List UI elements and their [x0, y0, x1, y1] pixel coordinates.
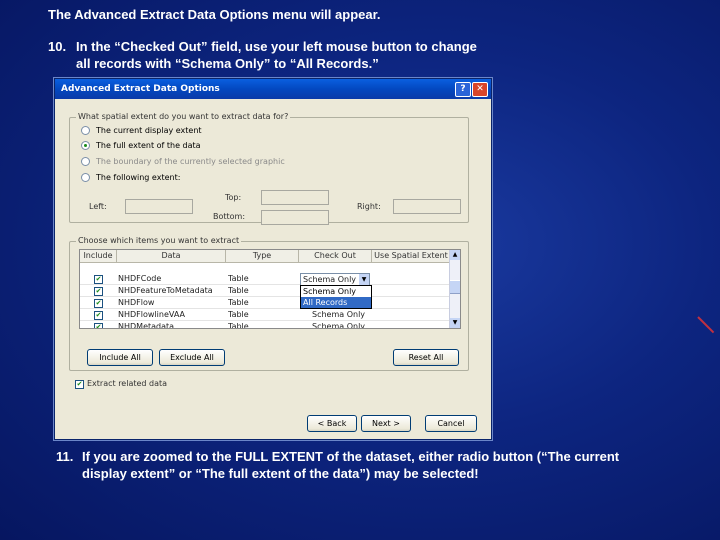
- top-label: Top:: [225, 193, 242, 202]
- type-cell: Table: [228, 322, 249, 329]
- data-cell: NHDFCode: [118, 274, 162, 283]
- items-group-label: Choose which items you want to extract: [76, 236, 242, 245]
- dialog-titlebar: Advanced Extract Data Options ? ✕: [55, 79, 491, 99]
- checkout-cell[interactable]: Schema Only: [312, 309, 365, 320]
- combo-value: Schema Only: [303, 275, 357, 284]
- data-cell: NHDFlow: [118, 298, 155, 307]
- dropdown-option-schema-only[interactable]: Schema Only: [301, 286, 371, 297]
- col-header-type[interactable]: Type: [226, 250, 299, 263]
- dialog-title: Advanced Extract Data Options: [61, 84, 220, 94]
- top-field[interactable]: [261, 190, 329, 205]
- table-row[interactable]: ✔ NHDFeatureToMetadata Table: [80, 285, 450, 297]
- col-header-checkout[interactable]: Check Out: [299, 250, 372, 263]
- items-table: Include Data Type Check Out Use Spatial …: [79, 249, 461, 329]
- extent-group-label: What spatial extent do you want to extra…: [76, 112, 291, 121]
- radio-button[interactable]: [81, 125, 90, 135]
- decorative-line: [697, 316, 715, 334]
- bottom-label: Bottom:: [213, 212, 246, 221]
- cancel-button[interactable]: Cancel: [425, 415, 477, 432]
- radio-following-extent[interactable]: The following extent:: [81, 172, 180, 182]
- scroll-thumb[interactable]: [450, 280, 460, 294]
- include-all-button[interactable]: Include All: [87, 349, 153, 366]
- col-header-data[interactable]: Data: [117, 250, 226, 263]
- dropdown-option-all-records[interactable]: All Records: [301, 297, 371, 308]
- checkout-dropdown-list: Schema Only All Records: [300, 285, 372, 309]
- data-cell: NHDFlowlineVAA: [118, 310, 185, 319]
- step-10-number: 10.: [48, 39, 67, 54]
- right-field[interactable]: [393, 199, 461, 214]
- bottom-field[interactable]: [261, 210, 329, 225]
- radio-button: [81, 156, 90, 166]
- next-button[interactable]: Next >: [361, 415, 411, 432]
- include-checkbox[interactable]: ✔: [94, 287, 103, 296]
- step-10: 10. In the “Checked Out” field, use your…: [48, 38, 478, 72]
- slide-line1: The Advanced Extract Data Options menu w…: [48, 7, 381, 22]
- exclude-all-button[interactable]: Exclude All: [159, 349, 225, 366]
- extract-related-label[interactable]: Extract related data: [87, 379, 167, 388]
- col-header-spatial-extent[interactable]: Use Spatial Extent: [372, 250, 451, 263]
- col-header-include[interactable]: Include: [80, 250, 117, 263]
- checkout-cell[interactable]: Schema Only: [312, 321, 365, 328]
- table-row[interactable]: ✔ NHDMetadata Table Schema Only: [80, 321, 450, 329]
- table-row[interactable]: ✔ NHDFCode Table Schema Only ▼ Schema On…: [80, 273, 450, 309]
- radio-button[interactable]: [81, 172, 90, 182]
- data-cell: NHDFeatureToMetadata: [118, 286, 213, 295]
- radio-label: The current display extent: [96, 125, 202, 135]
- radio-current-display-extent[interactable]: The current display extent: [81, 125, 202, 135]
- table-scrollbar[interactable]: ▲ ▼: [449, 250, 460, 328]
- type-cell: Table: [228, 286, 249, 295]
- radio-label: The following extent:: [96, 172, 181, 182]
- left-label: Left:: [89, 202, 107, 211]
- include-checkbox[interactable]: ✔: [94, 275, 103, 284]
- left-field[interactable]: [125, 199, 193, 214]
- radio-label: The boundary of the currently selected g…: [96, 156, 285, 166]
- close-button[interactable]: ✕: [472, 82, 488, 97]
- step-11-text: If you are zoomed to the FULL EXTENT of …: [82, 449, 620, 481]
- include-checkbox[interactable]: ✔: [94, 323, 103, 328]
- type-cell: Table: [228, 274, 249, 283]
- include-checkbox[interactable]: ✔: [94, 299, 103, 308]
- data-cell: NHDMetadata: [118, 322, 175, 329]
- radio-label: The full extent of the data: [96, 140, 201, 150]
- radio-selected-graphic: The boundary of the currently selected g…: [81, 156, 285, 166]
- type-cell: Table: [228, 310, 249, 319]
- extract-related-checkbox[interactable]: ✔: [75, 380, 84, 389]
- right-label: Right:: [357, 202, 381, 211]
- step-11-number: 11.: [56, 449, 74, 464]
- step-11: 11. If you are zoomed to the FULL EXTENT…: [56, 448, 656, 482]
- radio-button-selected[interactable]: [81, 140, 90, 150]
- help-button[interactable]: ?: [455, 82, 471, 97]
- back-button[interactable]: < Back: [307, 415, 357, 432]
- reset-all-button[interactable]: Reset All: [393, 349, 459, 366]
- table-row[interactable]: ✔ NHDFlowlineVAA Table Schema Only: [80, 309, 450, 321]
- advanced-extract-dialog: Advanced Extract Data Options ? ✕ What s…: [54, 78, 492, 440]
- type-cell: Table: [228, 298, 249, 307]
- table-row[interactable]: ✔ NHDFlow Table: [80, 297, 450, 309]
- scroll-down-icon[interactable]: ▼: [450, 318, 460, 328]
- step-10-text: In the “Checked Out” field, use your lef…: [76, 39, 477, 71]
- radio-full-extent[interactable]: The full extent of the data: [81, 140, 201, 150]
- scroll-up-icon[interactable]: ▲: [450, 250, 460, 260]
- dropdown-arrow-icon[interactable]: ▼: [359, 274, 369, 285]
- include-checkbox[interactable]: ✔: [94, 311, 103, 320]
